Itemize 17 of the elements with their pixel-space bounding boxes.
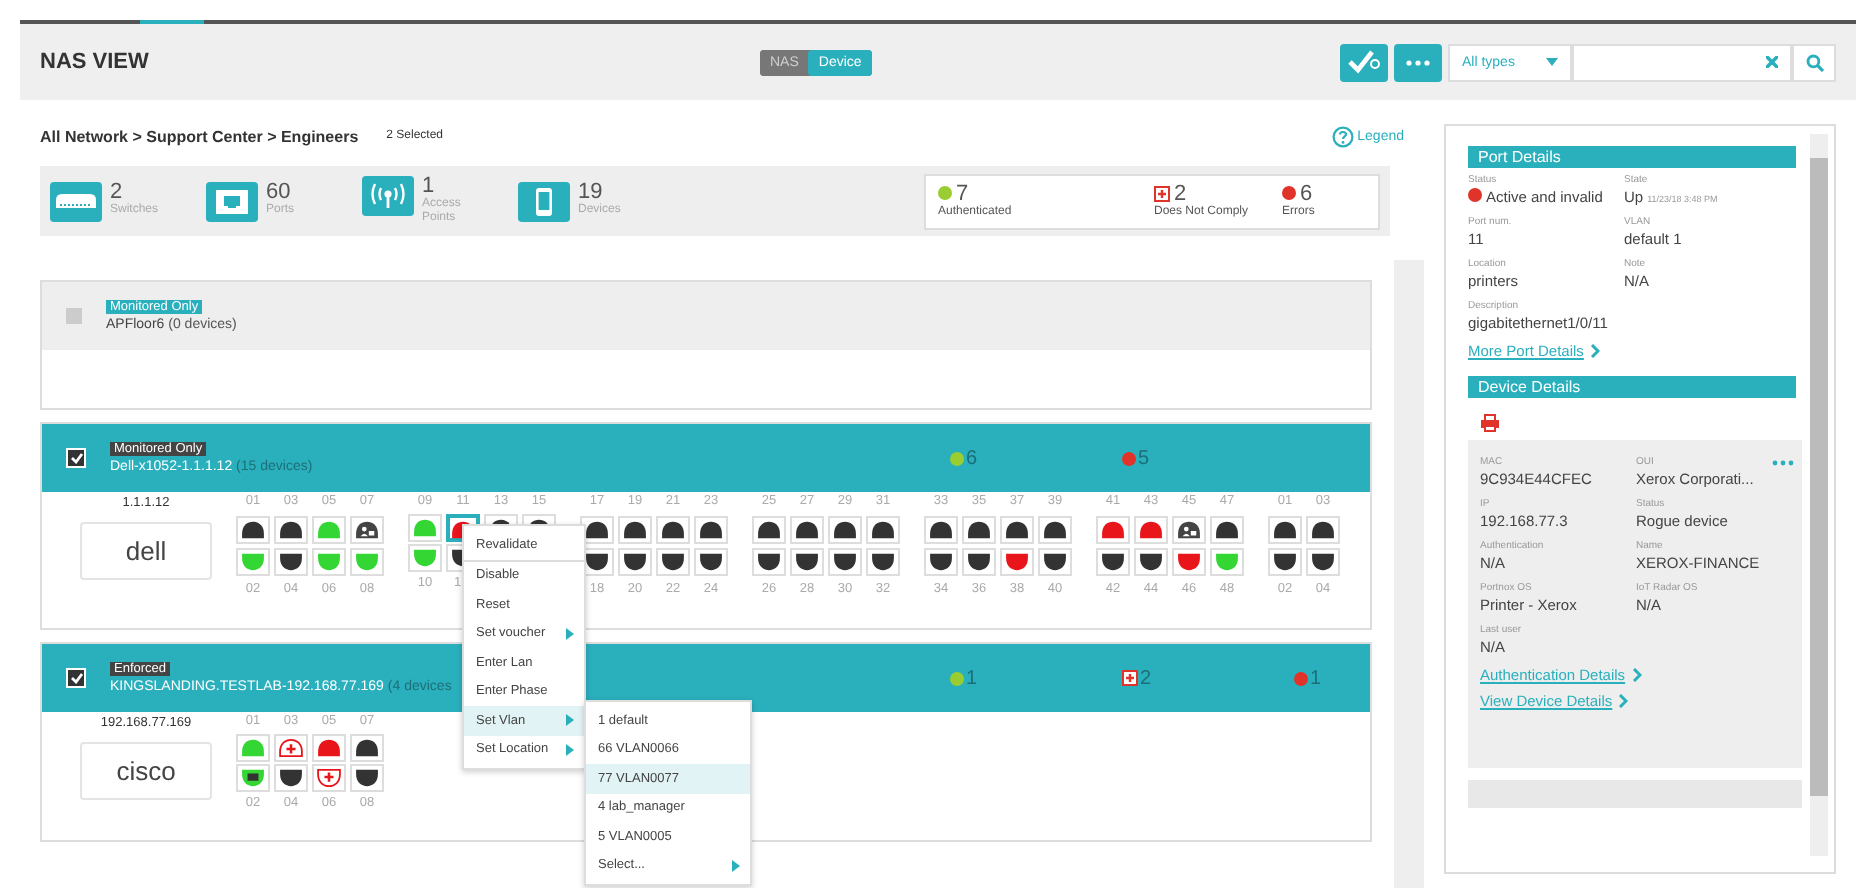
count-value: 1 [1310,667,1322,689]
section-title: Device Details [1468,376,1796,398]
vendor-logo: dell [80,522,212,580]
stat-value: 19 [578,181,605,203]
stat-value: 2 [110,181,125,203]
count-value: 1 [966,667,978,689]
summary-value: 6 [1300,181,1313,205]
summary-value: 7 [956,181,969,205]
page-title: NAS VIEW [40,50,151,74]
vendor-logo: cisco [80,742,212,800]
section-title: Port Details [1468,146,1796,168]
count-value: 2 [1140,667,1152,689]
stat-value: 1 [422,176,435,198]
count-value: 5 [1138,447,1150,469]
summary-value: 2 [1174,181,1187,205]
count-value: 6 [966,447,978,469]
stat-value: 60 [266,181,293,203]
